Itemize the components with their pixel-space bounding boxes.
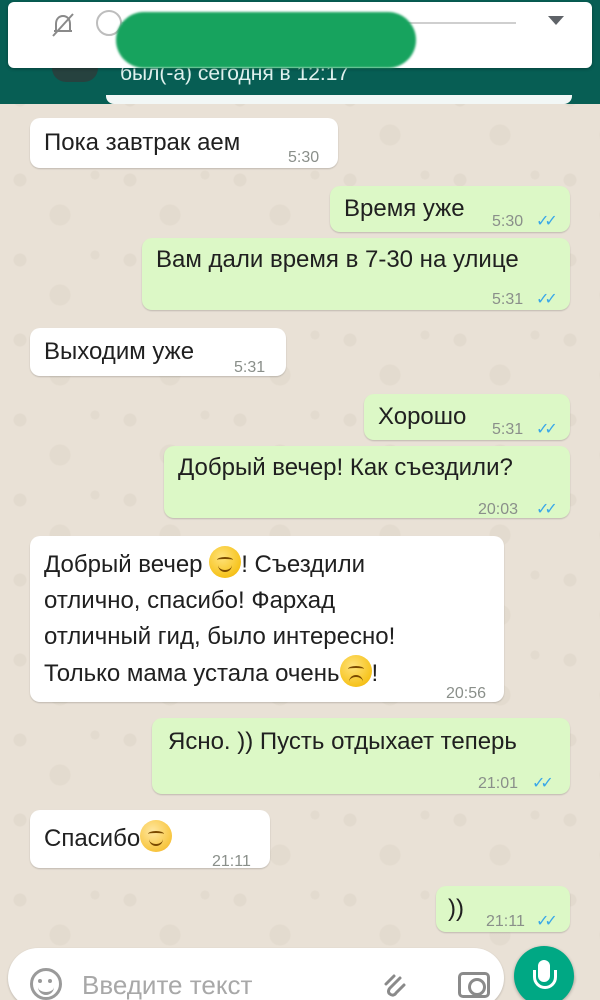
emoji-icon[interactable]	[30, 968, 62, 1000]
voice-record-button[interactable]	[514, 946, 574, 1000]
message-incoming[interactable]: Спасибо 21:11	[30, 810, 270, 870]
camera-icon[interactable]	[458, 972, 490, 998]
message-time: 5:31	[234, 359, 266, 376]
message-text: Добрый вечер ! Съездили отлично, спасибо…	[44, 546, 395, 692]
message-text: ))	[448, 895, 464, 922]
message-time: 5:31	[492, 291, 524, 308]
message-outgoing[interactable]: Время уже 5:30 ✓✓	[330, 186, 570, 232]
message-text-line: ! Съездили	[241, 551, 365, 578]
read-receipt-icon: ✓✓	[536, 291, 558, 308]
blushing-face-emoji	[140, 820, 173, 852]
message-text-line: Спасибо	[44, 825, 141, 852]
message-time: 5:31	[492, 421, 524, 438]
message-time: 5:30	[288, 149, 320, 166]
message-time: 21:11	[212, 853, 251, 870]
message-time: 5:30	[492, 213, 524, 230]
message-outgoing[interactable]: Добрый вечер! Как съездили? 20:03 ✓✓	[164, 446, 570, 518]
message-list: Пока завтрак аем 5:30 Время уже 5:30 ✓✓ …	[0, 0, 600, 1000]
message-text: Спасибо	[44, 820, 173, 856]
message-text-line: отличный гид, было интересно!	[44, 623, 396, 650]
message-text: Хорошо	[378, 403, 467, 430]
message-incoming[interactable]: Выходим уже 5:31	[30, 328, 286, 376]
read-receipt-icon: ✓✓	[536, 421, 558, 438]
message-time: 21:01	[478, 775, 519, 792]
message-time: 21:11	[486, 913, 525, 930]
message-text-line: Добрый вечер	[44, 551, 203, 578]
read-receipt-icon: ✓✓	[536, 913, 558, 930]
message-incoming[interactable]: Добрый вечер ! Съездили отлично, спасибо…	[30, 536, 504, 702]
message-outgoing[interactable]: )) 21:11 ✓✓	[436, 886, 570, 932]
message-time: 20:03	[478, 501, 519, 518]
smiling-face-emoji	[209, 546, 242, 578]
mic-icon	[533, 960, 557, 989]
read-receipt-icon: ✓✓	[532, 775, 554, 792]
read-receipt-icon: ✓✓	[536, 501, 558, 518]
message-incoming[interactable]: Пока завтрак аем 5:30	[30, 118, 338, 168]
attach-icon[interactable]	[380, 970, 410, 1000]
message-composer	[8, 948, 504, 1000]
message-input[interactable]	[82, 970, 362, 1000]
disappointed-face-emoji	[339, 655, 372, 687]
message-text: Добрый вечер! Как съездили?	[178, 454, 513, 481]
message-outgoing[interactable]: Ясно. )) Пусть отдыхает теперь 21:01 ✓✓	[152, 718, 570, 794]
message-text: Время уже	[344, 195, 465, 222]
message-outgoing[interactable]: Вам дали время в 7-30 на улице 5:31 ✓✓	[142, 238, 570, 310]
message-time: 20:56	[446, 685, 487, 702]
message-text-line: !	[371, 660, 379, 687]
message-outgoing[interactable]: Хорошо 5:31 ✓✓	[364, 394, 570, 440]
message-text-line: Только мама устала очень	[44, 660, 340, 687]
message-text-line: отлично, спасибо! Фархад	[44, 587, 336, 614]
message-text: Ясно. )) Пусть отдыхает теперь	[168, 728, 517, 755]
message-text: Пока завтрак аем	[44, 129, 241, 156]
message-text: Вам дали время в 7-30 на улице	[156, 246, 519, 273]
read-receipt-icon: ✓✓	[536, 213, 558, 230]
message-text: Выходим уже	[44, 338, 195, 365]
